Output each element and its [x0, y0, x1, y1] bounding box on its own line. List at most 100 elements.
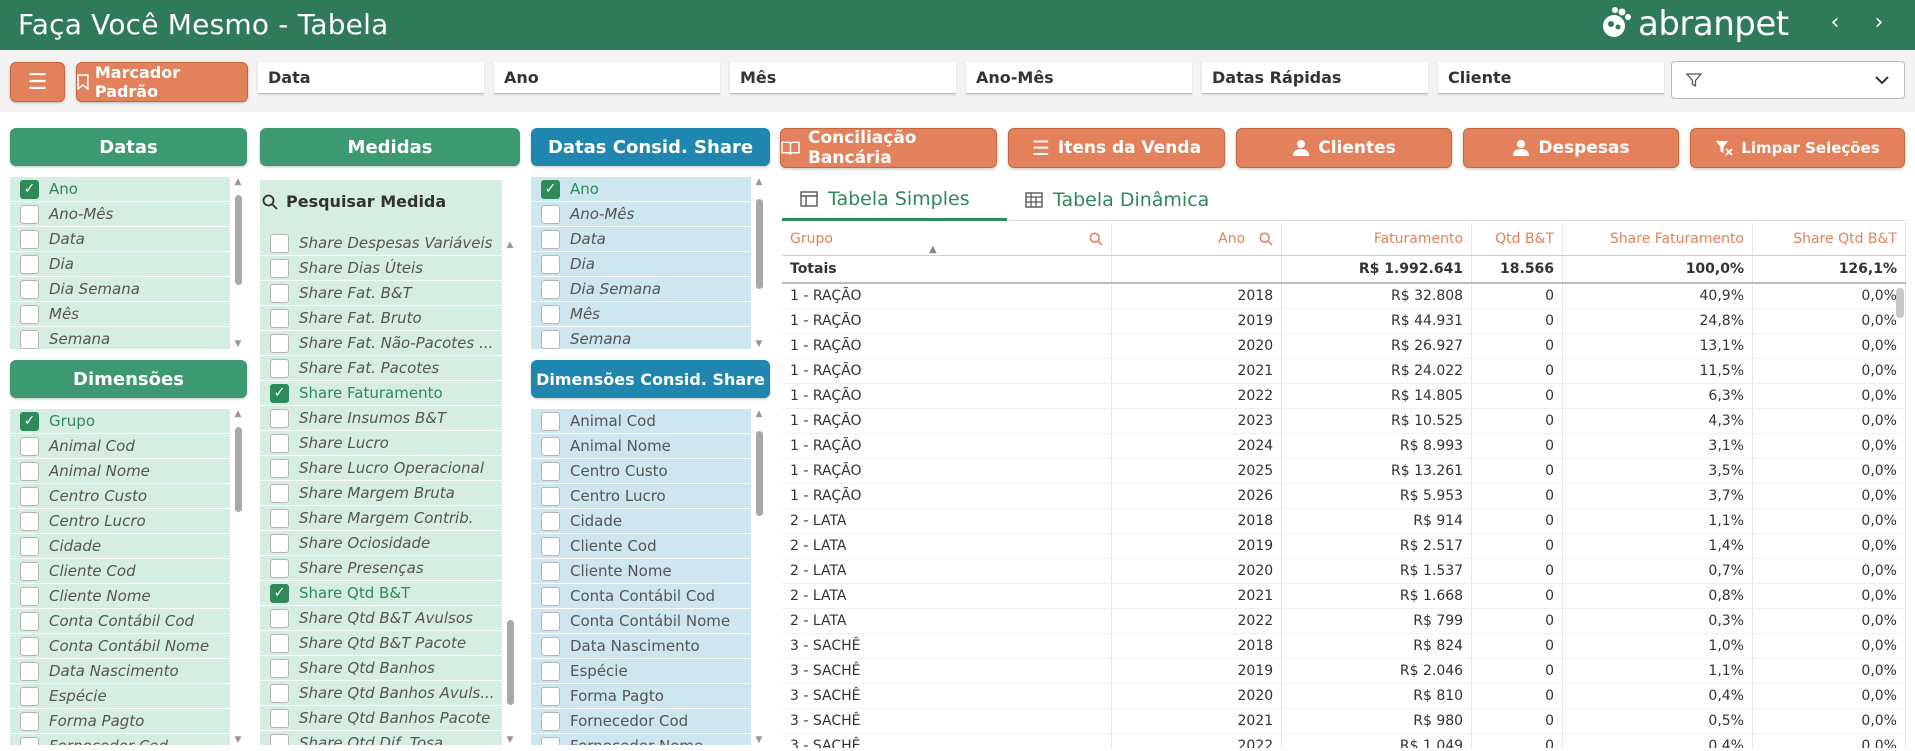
dimensoes-share-item[interactable]: Forma Pagto: [531, 684, 751, 709]
conciliacao-bancaria-button[interactable]: Conciliação Bancária: [780, 128, 997, 168]
table-row[interactable]: 2 - LATA 2022 R$ 799 0 0,3% 0,0%: [782, 608, 1906, 634]
checkbox-icon[interactable]: [541, 436, 560, 456]
checkbox-icon[interactable]: [541, 736, 560, 745]
datas-share-scrollbar[interactable]: ▲ ▼: [753, 177, 765, 349]
dimensoes-share-item[interactable]: Animal Nome: [531, 434, 751, 459]
checkbox-icon[interactable]: [20, 561, 39, 581]
medidas-item[interactable]: Share Qtd B&T Pacote: [260, 631, 502, 656]
table-row[interactable]: 1 - RAÇÃO 2024 R$ 8.993 0 3,1% 0,0%: [782, 433, 1906, 459]
checkbox-icon[interactable]: [541, 329, 560, 349]
checkbox-icon[interactable]: [270, 308, 289, 328]
medidas-item[interactable]: Share Fat. Pacotes: [260, 356, 502, 381]
medidas-item[interactable]: Share Margem Bruta: [260, 481, 502, 506]
table-row[interactable]: 1 - RAÇÃO 2018 R$ 32.808 0 40,9% 0,0%: [782, 283, 1906, 309]
dimensoes-share-item[interactable]: Cliente Nome: [531, 559, 751, 584]
checkbox-checked-icon[interactable]: ✓: [270, 583, 289, 603]
checkbox-icon[interactable]: [20, 486, 39, 506]
table-row[interactable]: 1 - RAÇÃO 2021 R$ 24.022 0 11,5% 0,0%: [782, 358, 1906, 384]
medidas-item[interactable]: ✓ Share Qtd B&T: [260, 581, 502, 606]
dimensoes-item[interactable]: Cliente Nome: [10, 584, 230, 609]
checkbox-icon[interactable]: [270, 508, 289, 528]
col-header-share-faturamento[interactable]: Share Faturamento: [1562, 223, 1753, 256]
tab-tabela-simples[interactable]: Tabela Simples: [782, 179, 1007, 221]
dimensoes-share-item[interactable]: Fornecedor Nome: [531, 734, 751, 745]
filter-data[interactable]: Data: [258, 62, 484, 94]
despesas-button[interactable]: Despesas: [1463, 128, 1679, 168]
checkbox-icon[interactable]: [20, 611, 39, 631]
dimensoes-share-item[interactable]: Conta Contábil Cod: [531, 584, 751, 609]
checkbox-icon[interactable]: [20, 254, 39, 274]
checkbox-icon[interactable]: [541, 511, 560, 531]
checkbox-icon[interactable]: [20, 229, 39, 249]
checkbox-icon[interactable]: [270, 433, 289, 453]
filter-ano-mes[interactable]: Ano-Mês: [966, 62, 1192, 94]
checkbox-checked-icon[interactable]: ✓: [541, 179, 560, 199]
checkbox-icon[interactable]: [270, 358, 289, 378]
datas-share-item[interactable]: Mês: [531, 302, 751, 327]
col-header-grupo[interactable]: Grupo ▲: [782, 223, 1113, 256]
dimensoes-scrollbar[interactable]: ▲ ▼: [232, 409, 244, 745]
dimensoes-item[interactable]: Espécie: [10, 684, 230, 709]
checkbox-icon[interactable]: [20, 661, 39, 681]
medidas-item[interactable]: Share Insumos B&T: [260, 406, 502, 431]
checkbox-icon[interactable]: [541, 586, 560, 606]
dimensoes-share-scrollbar[interactable]: ▲ ▼: [753, 409, 765, 745]
table-row[interactable]: 1 - RAÇÃO 2019 R$ 44.931 0 24,8% 0,0%: [782, 308, 1906, 334]
datas-share-item[interactable]: Ano-Mês: [531, 202, 751, 227]
prev-sheet-icon[interactable]: ‹: [1825, 10, 1845, 35]
table-row[interactable]: 1 - RAÇÃO 2023 R$ 10.525 0 4,3% 0,0%: [782, 408, 1906, 434]
dimensoes-item[interactable]: Cliente Cod: [10, 559, 230, 584]
table-row[interactable]: 2 - LATA 2020 R$ 1.537 0 0,7% 0,0%: [782, 558, 1906, 584]
checkbox-icon[interactable]: [541, 461, 560, 481]
checkbox-icon[interactable]: [541, 304, 560, 324]
checkbox-icon[interactable]: [20, 204, 39, 224]
col-header-qtd-bt[interactable]: Qtd B&T: [1471, 223, 1564, 256]
dimensoes-share-item[interactable]: Centro Lucro: [531, 484, 751, 509]
dimensoes-item[interactable]: Animal Nome: [10, 459, 230, 484]
table-row[interactable]: 1 - RAÇÃO 2022 R$ 14.805 0 6,3% 0,0%: [782, 383, 1906, 409]
measure-search[interactable]: Pesquisar Medida: [262, 192, 446, 211]
dimensoes-item[interactable]: Fornecedor Cod: [10, 734, 230, 745]
table-row[interactable]: 3 - SACHÊ 2019 R$ 2.046 0 1,1% 0,0%: [782, 658, 1906, 684]
medidas-item[interactable]: Share Qtd Banhos Pacote: [260, 706, 502, 731]
itens-da-venda-button[interactable]: ☰ Itens da Venda: [1008, 128, 1225, 168]
checkbox-icon[interactable]: [270, 258, 289, 278]
dimensoes-share-item[interactable]: Fornecedor Cod: [531, 709, 751, 734]
datas-share-item[interactable]: Semana: [531, 327, 751, 349]
checkbox-icon[interactable]: [20, 329, 39, 349]
medidas-item[interactable]: Share Qtd Banhos Avuls...: [260, 681, 502, 706]
medidas-item[interactable]: ✓ Share Faturamento: [260, 381, 502, 406]
checkbox-icon[interactable]: [541, 254, 560, 274]
checkbox-icon[interactable]: [20, 636, 39, 656]
col-header-share-qtd-bt[interactable]: Share Qtd B&T: [1752, 223, 1906, 256]
checkbox-icon[interactable]: [20, 586, 39, 606]
checkbox-icon[interactable]: [20, 536, 39, 556]
checkbox-icon[interactable]: [270, 658, 289, 678]
checkbox-icon[interactable]: [270, 608, 289, 628]
clientes-button[interactable]: Clientes: [1236, 128, 1452, 168]
checkbox-icon[interactable]: [541, 279, 560, 299]
datas-scrollbar[interactable]: ▲ ▼: [232, 177, 244, 349]
dimensoes-item[interactable]: Data Nascimento: [10, 659, 230, 684]
datas-item[interactable]: Semana: [10, 327, 230, 349]
medidas-item[interactable]: Share Lucro: [260, 431, 502, 456]
dimensoes-item[interactable]: Centro Lucro: [10, 509, 230, 534]
datas-item[interactable]: Ano-Mês: [10, 202, 230, 227]
medidas-item[interactable]: Share Ociosidade: [260, 531, 502, 556]
filter-ano[interactable]: Ano: [494, 62, 720, 94]
datas-share-item[interactable]: Dia Semana: [531, 277, 751, 302]
checkbox-checked-icon[interactable]: ✓: [270, 383, 289, 403]
dimensoes-item[interactable]: ✓ Grupo: [10, 409, 230, 434]
dimensoes-item[interactable]: Conta Contábil Cod: [10, 609, 230, 634]
checkbox-icon[interactable]: [541, 536, 560, 556]
checkbox-icon[interactable]: [270, 233, 289, 253]
checkbox-icon[interactable]: [20, 511, 39, 531]
tab-tabela-dinamica[interactable]: Tabela Dinâmica: [1007, 179, 1247, 221]
medidas-item[interactable]: Share Qtd Banhos: [260, 656, 502, 681]
medidas-item[interactable]: Share Qtd B&T Avulsos: [260, 606, 502, 631]
checkbox-icon[interactable]: [270, 633, 289, 653]
medidas-item[interactable]: Share Fat. Bruto: [260, 306, 502, 331]
checkbox-icon[interactable]: [541, 611, 560, 631]
checkbox-icon[interactable]: [541, 686, 560, 706]
col-header-ano[interactable]: Ano: [1111, 223, 1283, 256]
